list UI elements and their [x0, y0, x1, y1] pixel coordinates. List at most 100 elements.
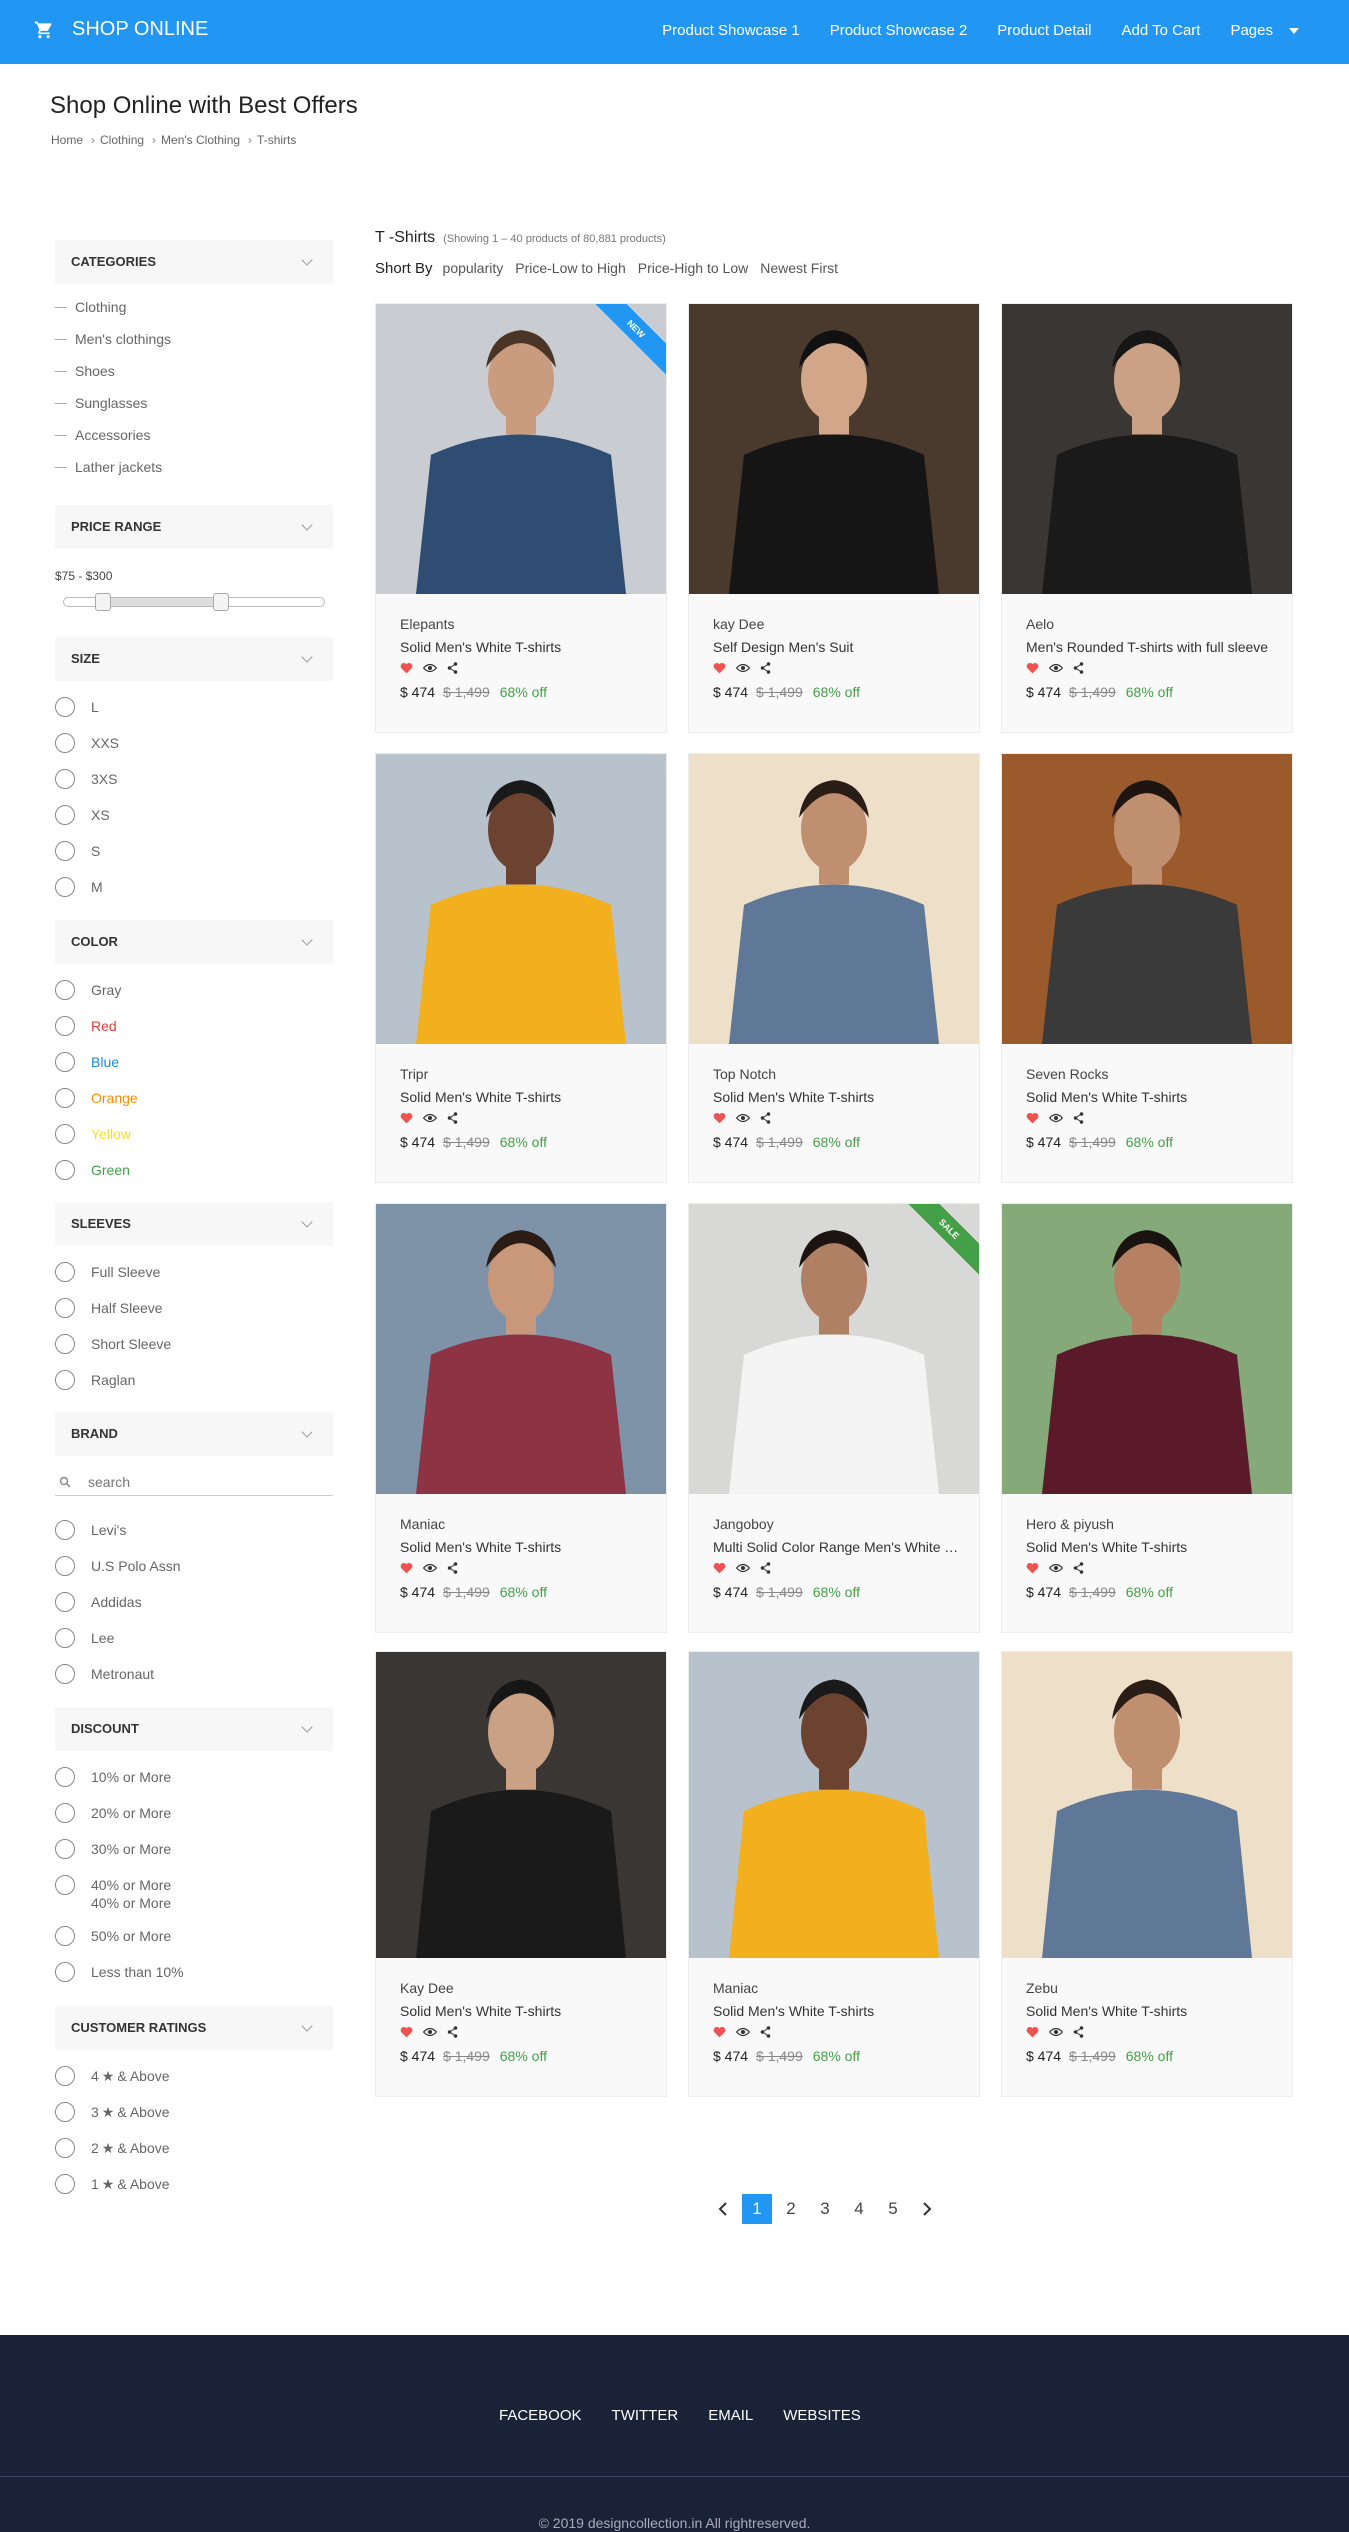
page-3[interactable]: 3 [810, 2194, 840, 2224]
color-option[interactable]: Orange [55, 1088, 138, 1108]
heart-icon[interactable] [1026, 662, 1039, 674]
sleeve-option[interactable]: Raglan [55, 1370, 135, 1390]
product-card[interactable]: Kay Dee Solid Men's White T-shirts $ 474 $ … [375, 1651, 667, 2097]
product-card[interactable]: Seven Rocks Solid Men's White T-shirts $ 4… [1001, 753, 1293, 1183]
product-name[interactable]: Solid Men's White T-shirts [713, 2003, 963, 2019]
rating-option[interactable]: 1 ★ & Above [55, 2174, 170, 2194]
heart-icon[interactable] [400, 1562, 413, 1574]
size-option[interactable]: XS [55, 805, 110, 825]
product-name[interactable]: Multi Solid Color Range Men's White T-sh… [713, 1539, 963, 1555]
brand-logo[interactable]: SHOP ONLINE [34, 18, 208, 41]
category-item[interactable]: Shoes [55, 363, 115, 379]
product-card[interactable]: Maniac Solid Men's White T-shirts $ 474 $ 1… [375, 1203, 667, 1633]
radio-button[interactable] [55, 1592, 75, 1612]
heart-icon[interactable] [713, 1562, 726, 1574]
product-image[interactable] [376, 754, 666, 1044]
footer-websites-link[interactable]: WEBSITES [783, 2407, 861, 2424]
radio-button[interactable] [55, 1298, 75, 1318]
radio-button[interactable] [55, 841, 75, 861]
price-slider[interactable] [63, 593, 325, 611]
footer-facebook-link[interactable]: FACEBOOK [499, 2407, 582, 2424]
radio-button[interactable] [55, 2174, 75, 2194]
page-1[interactable]: 1 [742, 2194, 772, 2224]
footer-twitter-link[interactable]: TWITTER [612, 2407, 679, 2424]
sort-price-high-low[interactable]: Price-High to Low [638, 260, 749, 277]
eye-icon[interactable] [1049, 1113, 1063, 1123]
heart-icon[interactable] [400, 2026, 413, 2038]
categories-header[interactable]: CATEGORIES [55, 240, 333, 284]
heart-icon[interactable] [713, 662, 726, 674]
size-option[interactable]: 3XS [55, 769, 117, 789]
product-image[interactable] [1002, 1204, 1292, 1494]
brand-search-input[interactable] [88, 1473, 318, 1490]
eye-icon[interactable] [1049, 663, 1063, 673]
radio-button[interactable] [55, 1875, 75, 1895]
eye-icon[interactable] [423, 663, 437, 673]
chevron-right-icon[interactable] [912, 2194, 942, 2224]
product-image[interactable] [1002, 304, 1292, 594]
color-option[interactable]: Yellow [55, 1124, 131, 1144]
size-option[interactable]: XXS [55, 733, 119, 753]
sleeve-option[interactable]: Short Sleeve [55, 1334, 171, 1354]
radio-button[interactable] [55, 769, 75, 789]
product-name[interactable]: Self Design Men's Suit [713, 639, 963, 655]
product-image[interactable] [689, 754, 979, 1044]
share-icon[interactable] [760, 662, 771, 674]
heart-icon[interactable] [400, 662, 413, 674]
discount-option[interactable]: 20% or More [55, 1803, 171, 1823]
radio-button[interactable] [55, 1962, 75, 1982]
product-name[interactable]: Solid Men's White T-shirts [1026, 1089, 1276, 1105]
radio-button[interactable] [55, 2138, 75, 2158]
product-name[interactable]: Solid Men's White T-shirts [400, 1089, 650, 1105]
radio-button[interactable] [55, 1556, 75, 1576]
product-card[interactable]: Zebu Solid Men's White T-shirts $ 474 $ 1,4… [1001, 1651, 1293, 2097]
price-slider-min-handle[interactable] [95, 593, 112, 611]
share-icon[interactable] [1073, 662, 1084, 674]
sort-popularity[interactable]: popularity [443, 260, 504, 277]
discount-header[interactable]: DISCOUNT [55, 1707, 333, 1751]
product-image[interactable] [689, 1204, 979, 1494]
radio-button[interactable] [55, 1803, 75, 1823]
brand-option[interactable]: Addidas [55, 1592, 142, 1612]
discount-option[interactable]: 30% or More [55, 1839, 171, 1859]
nav-product-showcase-2[interactable]: Product Showcase 2 [830, 22, 968, 39]
radio-button[interactable] [55, 1926, 75, 1946]
category-item[interactable]: Accessories [55, 427, 150, 443]
product-card[interactable]: Maniac Solid Men's White T-shirts $ 474 $ 1… [688, 1651, 980, 2097]
category-item[interactable]: Lather jackets [55, 459, 162, 475]
size-header[interactable]: SIZE [55, 637, 333, 681]
nav-product-showcase-1[interactable]: Product Showcase 1 [662, 22, 800, 39]
eye-icon[interactable] [736, 1113, 750, 1123]
share-icon[interactable] [1073, 2026, 1084, 2038]
category-item[interactable]: Sunglasses [55, 395, 147, 411]
brand-option[interactable]: U.S Polo Assn [55, 1556, 181, 1576]
product-image[interactable] [689, 1652, 979, 1958]
eye-icon[interactable] [736, 663, 750, 673]
radio-button[interactable] [55, 877, 75, 897]
heart-icon[interactable] [400, 1112, 413, 1124]
radio-button[interactable] [55, 1839, 75, 1859]
product-image[interactable] [1002, 1652, 1292, 1958]
brand-option[interactable]: Metronaut [55, 1664, 154, 1684]
eye-icon[interactable] [423, 1113, 437, 1123]
product-card[interactable]: Tripr Solid Men's White T-shirts $ 474 $ 1,… [375, 753, 667, 1183]
product-image[interactable] [689, 304, 979, 594]
eye-icon[interactable] [736, 1563, 750, 1573]
breadcrumb-home[interactable]: Home [51, 133, 83, 147]
heart-icon[interactable] [713, 2026, 726, 2038]
product-name[interactable]: Solid Men's White T-shirts [713, 1089, 963, 1105]
product-image[interactable] [376, 304, 666, 594]
brand-option[interactable]: Lee [55, 1628, 114, 1648]
share-icon[interactable] [760, 1562, 771, 1574]
customer-ratings-header[interactable]: CUSTOMER RATINGS [55, 2006, 333, 2050]
discount-option[interactable]: Less than 10% [55, 1962, 184, 1982]
rating-option[interactable]: 2 ★ & Above [55, 2138, 170, 2158]
radio-button[interactable] [55, 1520, 75, 1540]
radio-button[interactable] [55, 1767, 75, 1787]
footer-email-link[interactable]: EMAIL [708, 2407, 753, 2424]
nav-product-detail[interactable]: Product Detail [997, 22, 1091, 39]
product-name[interactable]: Men's Rounded T-shirts with full sleeve [1026, 639, 1276, 655]
size-option[interactable]: S [55, 841, 100, 861]
product-image[interactable] [376, 1652, 666, 1958]
page-4[interactable]: 4 [844, 2194, 874, 2224]
